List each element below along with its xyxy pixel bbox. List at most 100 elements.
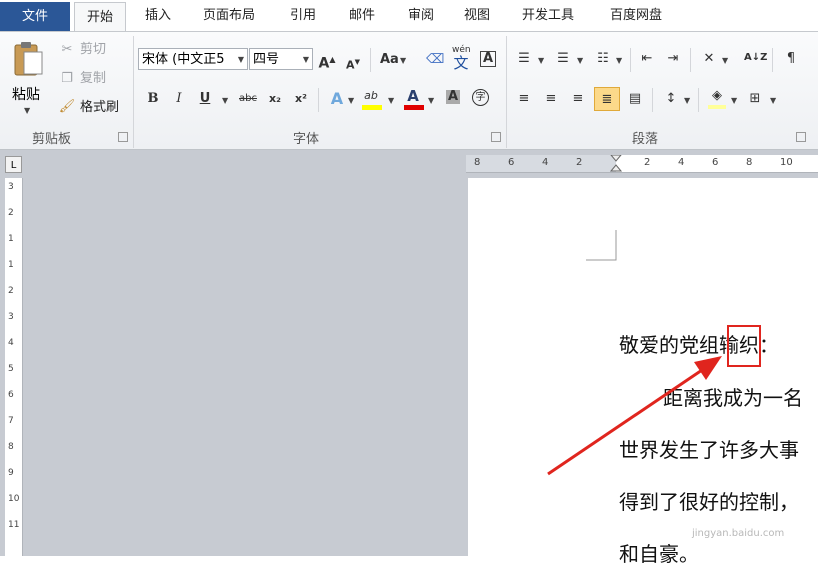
tab-references[interactable]: 引用 [290,6,316,26]
text-effects-button[interactable]: A [328,90,346,108]
chevron-down-icon[interactable]: ▼ [222,96,228,105]
sort-button[interactable]: A↓Z [744,49,767,67]
multilevel-list-icon[interactable]: ☷ [594,50,612,68]
document-line-2[interactable]: 距离我成为一名 [663,382,803,411]
phonetic-guide-button[interactable]: wén 文 [452,46,471,72]
paste-label: 粘贴 [12,87,40,103]
justify-icon[interactable]: ≣ [594,87,620,111]
shrink-font-button[interactable]: A▼ [344,53,362,72]
tab-selector-button[interactable]: L [5,156,22,173]
tab-baidu-netdisk[interactable]: 百度网盘 [610,6,662,26]
chevron-down-icon[interactable]: ▼ [24,106,30,115]
chevron-down-icon[interactable]: ▼ [388,96,394,105]
ribbon-tab-bar: 文件 开始 插入 页面布局 引用 邮件 审阅 视图 开发工具 百度网盘 [0,0,818,32]
font-launcher-icon[interactable] [491,132,501,142]
superscript-button[interactable]: x² [292,90,310,108]
italic-button[interactable]: I [170,90,188,108]
font-group-label: 字体 [293,132,320,147]
font-color-button[interactable]: A [404,87,424,110]
subscript-button[interactable]: x₂ [266,90,284,108]
divider [318,88,319,112]
tab-view[interactable]: 视图 [464,6,490,26]
grow-font-button[interactable]: A▲ [318,51,336,72]
strikethrough-button[interactable]: abc [236,90,260,108]
shrink-font-icon: A [346,58,355,72]
change-case-button[interactable]: Aa [380,51,399,69]
divider [772,48,773,72]
margin-corner-mark [586,230,617,261]
vertical-ruler-label: 3 [8,312,14,322]
chevron-down-icon[interactable]: ▼ [616,56,622,65]
divider [652,88,653,112]
tab-developer[interactable]: 开发工具 [522,6,574,26]
vertical-ruler[interactable]: 3 2 1 1 2 3 4 5 6 7 8 9 10 11 [5,178,23,556]
decrease-indent-icon[interactable]: ⇤ [638,50,656,68]
align-right-icon[interactable]: ≡ [569,90,587,108]
document-line-3[interactable]: 世界发生了许多大事 [619,434,799,463]
highlight-box [727,325,761,367]
vertical-ruler-label: 6 [8,390,14,400]
char-border-button[interactable]: A [480,51,496,67]
ruler-label: 2 [576,157,583,168]
ruler-label: 4 [542,157,549,168]
clipboard-launcher-icon[interactable] [118,132,128,142]
document-line-5[interactable]: 和自豪。 [619,538,699,567]
chevron-down-icon[interactable]: ▼ [722,56,728,65]
distributed-icon[interactable]: ▤ [626,90,644,108]
indent-marker-icon[interactable] [610,155,622,172]
chevron-down-icon[interactable]: ▼ [538,56,544,65]
char-shading-button[interactable]: A [446,90,460,104]
paste-button[interactable]: 粘贴 ▼ [8,38,48,124]
bold-button[interactable]: B [144,90,162,108]
divider [690,48,691,72]
chevron-down-icon[interactable]: ▼ [400,56,406,65]
ruler-ticks [466,155,616,172]
tab-home[interactable]: 开始 [74,2,127,32]
align-left-icon[interactable]: ≡ [515,90,533,108]
chevron-down-icon[interactable]: ▼ [577,56,583,65]
font-name-value: 宋体 (中文正5 [142,52,225,67]
shading-icon[interactable]: ◈ [708,87,726,109]
chevron-down-icon[interactable]: ▼ [348,96,354,105]
borders-icon[interactable]: ⊞ [746,90,764,108]
tab-page-layout[interactable]: 页面布局 [203,6,255,26]
font-size-dropdown[interactable]: 四号 ▼ [249,48,313,70]
highlight-button[interactable]: ab [362,87,382,110]
bullets-icon[interactable]: ☰ [515,50,533,68]
underline-button[interactable]: U [196,90,214,108]
vertical-ruler-label: 1 [8,234,14,244]
line-spacing-icon[interactable]: ↕ [662,90,680,108]
document-line-4[interactable]: 得到了很好的控制， [619,486,799,515]
clear-format-icon[interactable]: ⌫ [426,51,444,69]
tab-file[interactable]: 文件 [0,2,70,31]
clipboard-group-label: 剪贴板 [32,132,72,147]
paragraph-launcher-icon[interactable] [796,132,806,142]
increase-indent-icon[interactable]: ⇥ [664,50,682,68]
copy-icon: ❐ [61,71,73,86]
vertical-ruler-label: 11 [8,520,20,530]
asian-layout-icon[interactable]: ✕ [700,50,718,68]
enclose-char-button[interactable]: 字 [472,89,489,106]
cut-button[interactable]: 剪切 [80,39,106,61]
grow-font-icon: A [318,55,330,72]
tab-review[interactable]: 审阅 [408,6,434,26]
copy-button[interactable]: 复制 [80,68,106,90]
format-painter-button[interactable]: 格式刷 [80,97,119,119]
vertical-ruler-label: 3 [8,182,14,192]
align-center-icon[interactable]: ≡ [542,90,560,108]
horizontal-ruler[interactable]: 8 6 4 2 2 4 6 8 10 [466,155,818,173]
divider [698,88,699,112]
chevron-down-icon[interactable]: ▼ [428,96,434,105]
scissors-icon: ✂ [61,42,73,57]
font-name-dropdown[interactable]: 宋体 (中文正5 ▼ [138,48,248,70]
numbering-icon[interactable]: ☰ [554,50,572,68]
chevron-down-icon[interactable]: ▼ [770,96,776,105]
tab-insert[interactable]: 插入 [145,6,171,26]
show-marks-icon[interactable]: ¶ [782,50,800,68]
tab-mailings[interactable]: 邮件 [349,6,375,26]
chevron-down-icon[interactable]: ▼ [684,96,690,105]
font-color-icon: A [407,87,419,105]
ruler-label: 8 [746,157,753,168]
chevron-down-icon[interactable]: ▼ [731,96,737,105]
vertical-ruler-label: 10 [8,494,20,504]
